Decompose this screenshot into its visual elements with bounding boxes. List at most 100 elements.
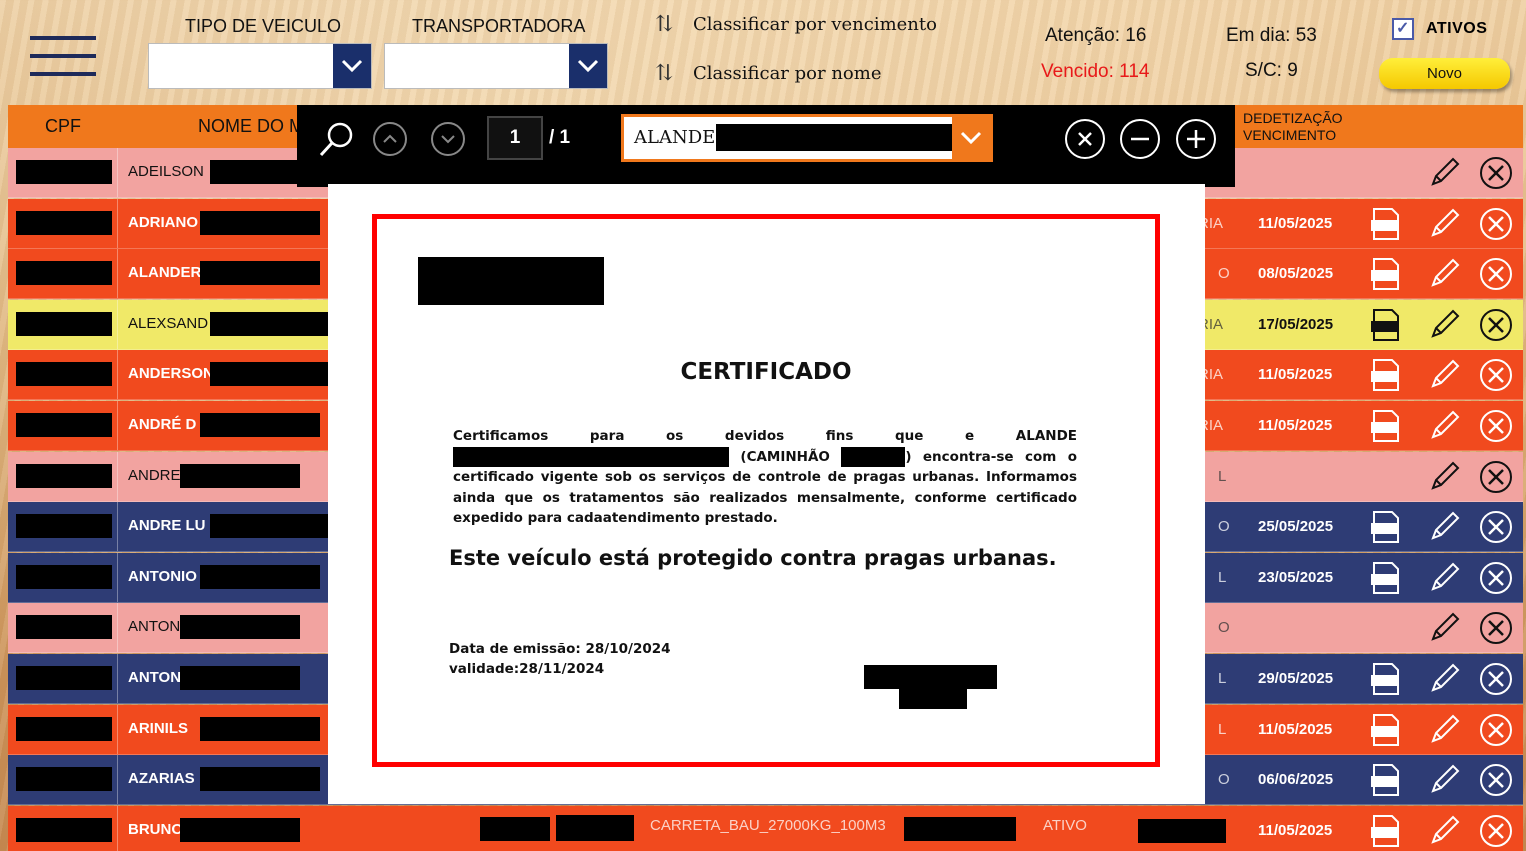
pdf-icon[interactable]: PDF xyxy=(1368,206,1404,242)
redaction xyxy=(200,716,320,741)
close-circle-icon[interactable] xyxy=(1478,357,1514,393)
redaction xyxy=(210,362,330,387)
pdf-icon[interactable]: PDF xyxy=(1368,813,1404,849)
driver-name: ANTON xyxy=(128,669,182,686)
pdf-icon[interactable]: PDF xyxy=(1368,408,1404,444)
pdf-icon[interactable]: PDF xyxy=(1368,661,1404,697)
svg-text:PDF: PDF xyxy=(1375,677,1395,687)
stat-em-dia[interactable]: Em dia: 53 xyxy=(1226,25,1317,47)
svg-text:PDF: PDF xyxy=(1375,728,1395,738)
pencil-icon[interactable] xyxy=(1426,459,1462,495)
close-circle-icon[interactable] xyxy=(1478,661,1514,697)
pencil-icon[interactable] xyxy=(1426,155,1462,191)
close-circle-icon[interactable] xyxy=(1478,256,1514,292)
zoom-out-icon[interactable] xyxy=(1120,119,1160,159)
pencil-icon[interactable] xyxy=(1426,307,1462,343)
dedetizacao-date: 06/06/2025 xyxy=(1258,771,1334,789)
menu-icon[interactable] xyxy=(30,36,96,76)
redaction xyxy=(716,124,952,151)
close-circle-icon[interactable] xyxy=(1478,459,1514,495)
pencil-icon[interactable] xyxy=(1426,560,1462,596)
svg-text:PDF: PDF xyxy=(1375,576,1395,586)
transportadora-select[interactable] xyxy=(384,43,608,89)
redaction xyxy=(200,210,320,235)
document-select-value: ALANDE xyxy=(634,127,716,148)
sort-by-expiry[interactable]: ⇅ Classificar por vencimento xyxy=(655,12,937,37)
pencil-icon[interactable] xyxy=(1426,610,1462,646)
chevron-down-icon[interactable] xyxy=(952,117,990,159)
dedetizacao-date: 11/05/2025 xyxy=(1258,366,1333,384)
page-down-icon[interactable] xyxy=(431,122,465,156)
pdf-icon[interactable]: PDF xyxy=(1368,307,1404,343)
redaction xyxy=(16,564,112,589)
pdf-icon[interactable]: PDF xyxy=(1368,762,1404,798)
header-nome[interactable]: NOME DO M xyxy=(198,105,304,148)
chevron-down-icon[interactable] xyxy=(333,44,371,88)
tipo-veiculo-select[interactable] xyxy=(148,43,372,89)
close-circle-icon[interactable] xyxy=(1478,560,1514,596)
redaction xyxy=(210,311,330,336)
certificate-validade: validade:28/11/2024 xyxy=(449,661,605,677)
row-peek-text: L xyxy=(1218,467,1227,485)
row-peek-text: L xyxy=(1218,720,1227,738)
sort-arrows-icon: ⇅ xyxy=(655,12,674,37)
pdf-icon[interactable]: PDF xyxy=(1368,256,1404,292)
pencil-icon[interactable] xyxy=(1426,661,1462,697)
pencil-icon[interactable] xyxy=(1426,509,1462,545)
close-circle-icon[interactable] xyxy=(1478,509,1514,545)
stat-sc[interactable]: S/C: 9 xyxy=(1245,60,1298,82)
redaction xyxy=(200,564,320,589)
pencil-icon[interactable] xyxy=(1426,256,1462,292)
stat-vencido[interactable]: Vencido: 114 xyxy=(1041,61,1149,83)
sort-by-name[interactable]: ⇅ Classificar por nome xyxy=(655,61,881,86)
pencil-icon[interactable] xyxy=(1426,762,1462,798)
pdf-icon[interactable]: PDF xyxy=(1368,357,1404,393)
pencil-icon[interactable] xyxy=(1426,408,1462,444)
chevron-down-icon[interactable] xyxy=(569,44,607,88)
redaction xyxy=(556,815,634,841)
sort-by-name-label: Classificar por nome xyxy=(693,63,882,84)
redaction xyxy=(180,817,300,842)
dedetizacao-date: 11/05/2025 xyxy=(1258,214,1333,232)
close-circle-icon[interactable] xyxy=(1478,762,1514,798)
svg-text:PDF: PDF xyxy=(1375,424,1395,434)
redaction xyxy=(16,311,112,336)
cert-body-1: Certificamos para os devidos fins que e … xyxy=(453,428,1077,444)
redaction xyxy=(210,514,330,539)
header-dedet-line1: DEDETIZAÇÃO xyxy=(1243,109,1343,126)
svg-text:PDF: PDF xyxy=(1375,829,1395,839)
page-up-icon[interactable] xyxy=(373,122,407,156)
ativos-toggle[interactable]: ✓ ATIVOS xyxy=(1392,18,1487,40)
pencil-icon[interactable] xyxy=(1426,357,1462,393)
redaction xyxy=(16,666,112,690)
pdf-icon[interactable]: PDF xyxy=(1368,712,1404,748)
close-circle-icon[interactable] xyxy=(1478,307,1514,343)
redaction xyxy=(16,514,112,539)
close-viewer-icon[interactable] xyxy=(1065,119,1105,159)
driver-name: ANTONIO xyxy=(128,567,197,585)
pdf-icon[interactable]: PDF xyxy=(1368,509,1404,545)
header-cpf[interactable]: CPF xyxy=(45,105,81,148)
close-circle-icon[interactable] xyxy=(1478,610,1514,646)
pencil-icon[interactable] xyxy=(1426,712,1462,748)
stat-atencao[interactable]: Atenção: 16 xyxy=(1045,25,1146,47)
sort-by-expiry-label: Classificar por vencimento xyxy=(693,14,937,35)
novo-button[interactable]: Novo xyxy=(1379,58,1510,89)
dedetizacao-date: 25/05/2025 xyxy=(1258,518,1334,536)
close-circle-icon[interactable] xyxy=(1478,408,1514,444)
header-dedetizacao[interactable]: DEDETIZAÇÃO VENCIMENTO xyxy=(1243,105,1343,148)
close-circle-icon[interactable] xyxy=(1478,155,1514,191)
search-icon[interactable] xyxy=(317,119,357,159)
close-circle-icon[interactable] xyxy=(1478,813,1514,849)
pencil-icon[interactable] xyxy=(1426,813,1462,849)
page-number-input[interactable]: 1 xyxy=(487,116,543,160)
zoom-in-icon[interactable] xyxy=(1176,119,1216,159)
ativos-checkbox[interactable]: ✓ xyxy=(1392,18,1414,40)
sort-arrows-icon: ⇅ xyxy=(655,61,674,86)
close-circle-icon[interactable] xyxy=(1478,206,1514,242)
dedetizacao-date: 17/05/2025 xyxy=(1258,315,1334,333)
pencil-icon[interactable] xyxy=(1426,206,1462,242)
pdf-icon[interactable]: PDF xyxy=(1368,560,1404,596)
document-select[interactable]: ALANDE xyxy=(621,114,993,162)
close-circle-icon[interactable] xyxy=(1478,712,1514,748)
